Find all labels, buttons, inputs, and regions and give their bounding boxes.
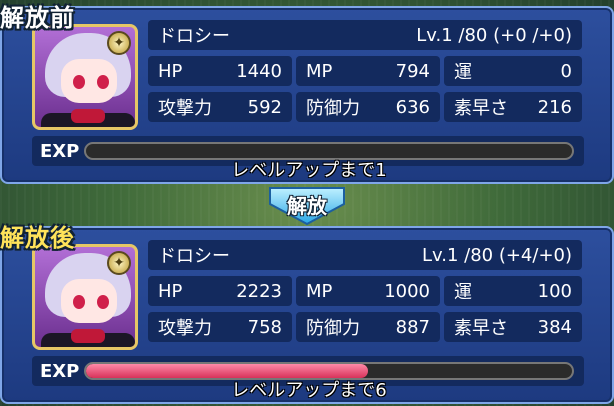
- character-portrait-before: ✦: [32, 24, 138, 130]
- levelup-remaining-text: レベルアップまで6: [231, 380, 387, 401]
- stat-label: 攻撃力: [158, 98, 212, 119]
- level-info: Lv.1 /80 (+4/+0): [421, 244, 572, 266]
- stat-value: 887: [395, 316, 430, 338]
- levelup-remaining-text: レベルアップまで1: [231, 160, 387, 181]
- character-name: ドロシー: [158, 26, 230, 47]
- stat-luck: 運 100: [444, 276, 582, 306]
- stat-hp: HP 1440: [148, 56, 292, 86]
- stat-speed: 素早さ 216: [444, 92, 582, 122]
- stat-mp: MP 794: [296, 56, 440, 86]
- eye-left: [73, 295, 85, 309]
- before-release-panel: ✦ ドロシー Lv.1 /80 (+0 /+0) HP 1440 MP 794 …: [0, 6, 614, 184]
- attribute-icon: ✦: [107, 31, 131, 55]
- attribute-icon: ✦: [107, 251, 131, 275]
- eye-right: [97, 295, 109, 309]
- before-release-title: 解放前: [0, 4, 75, 32]
- stat-value: 636: [395, 96, 430, 118]
- stat-attack: 攻撃力 592: [148, 92, 292, 122]
- stat-label: 素早さ: [454, 318, 508, 339]
- stat-label: 防御力: [306, 98, 360, 119]
- release-label: 解放: [287, 194, 327, 218]
- stat-speed: 素早さ 384: [444, 312, 582, 342]
- stat-label: HP: [158, 280, 183, 302]
- stat-attack: 攻撃力 758: [148, 312, 292, 342]
- stat-label: MP: [306, 60, 333, 82]
- stat-value: 100: [537, 280, 572, 302]
- eye-left: [73, 75, 85, 89]
- stat-label: 素早さ: [454, 98, 508, 119]
- stat-value: 0: [560, 60, 572, 82]
- stat-value: 1440: [236, 60, 282, 82]
- stat-mp: MP 1000: [296, 276, 440, 306]
- eye-right: [97, 75, 109, 89]
- stat-value: 758: [247, 316, 282, 338]
- stat-label: 防御力: [306, 318, 360, 339]
- stat-label: 運: [454, 282, 472, 303]
- after-release-panel: ✦ ドロシー Lv.1 /80 (+4/+0) HP 2223 MP 1000 …: [0, 226, 614, 404]
- stat-defense: 防御力 887: [296, 312, 440, 342]
- name-level-row: ドロシー Lv.1 /80 (+0 /+0): [148, 20, 582, 50]
- stat-label: 攻撃力: [158, 318, 212, 339]
- character-name: ドロシー: [158, 246, 230, 267]
- stat-value: 384: [537, 316, 572, 338]
- stat-hp: HP 2223: [148, 276, 292, 306]
- name-level-row: ドロシー Lv.1 /80 (+4/+0): [148, 240, 582, 270]
- stat-defense: 防御力 636: [296, 92, 440, 122]
- stat-value: 794: [395, 60, 430, 82]
- level-info: Lv.1 /80 (+0 /+0): [416, 24, 572, 46]
- stat-value: 592: [247, 96, 282, 118]
- release-arrow: 解放: [264, 186, 350, 226]
- stat-label: MP: [306, 280, 333, 302]
- bow-shape: [71, 329, 105, 343]
- stat-value: 216: [537, 96, 572, 118]
- character-portrait-after: ✦: [32, 244, 138, 350]
- stat-label: 運: [454, 62, 472, 83]
- stat-luck: 運 0: [444, 56, 582, 86]
- stat-value: 2223: [236, 280, 282, 302]
- after-release-title: 解放後: [0, 224, 75, 252]
- stat-value: 1000: [384, 280, 430, 302]
- stat-label: HP: [158, 60, 183, 82]
- bow-shape: [71, 109, 105, 123]
